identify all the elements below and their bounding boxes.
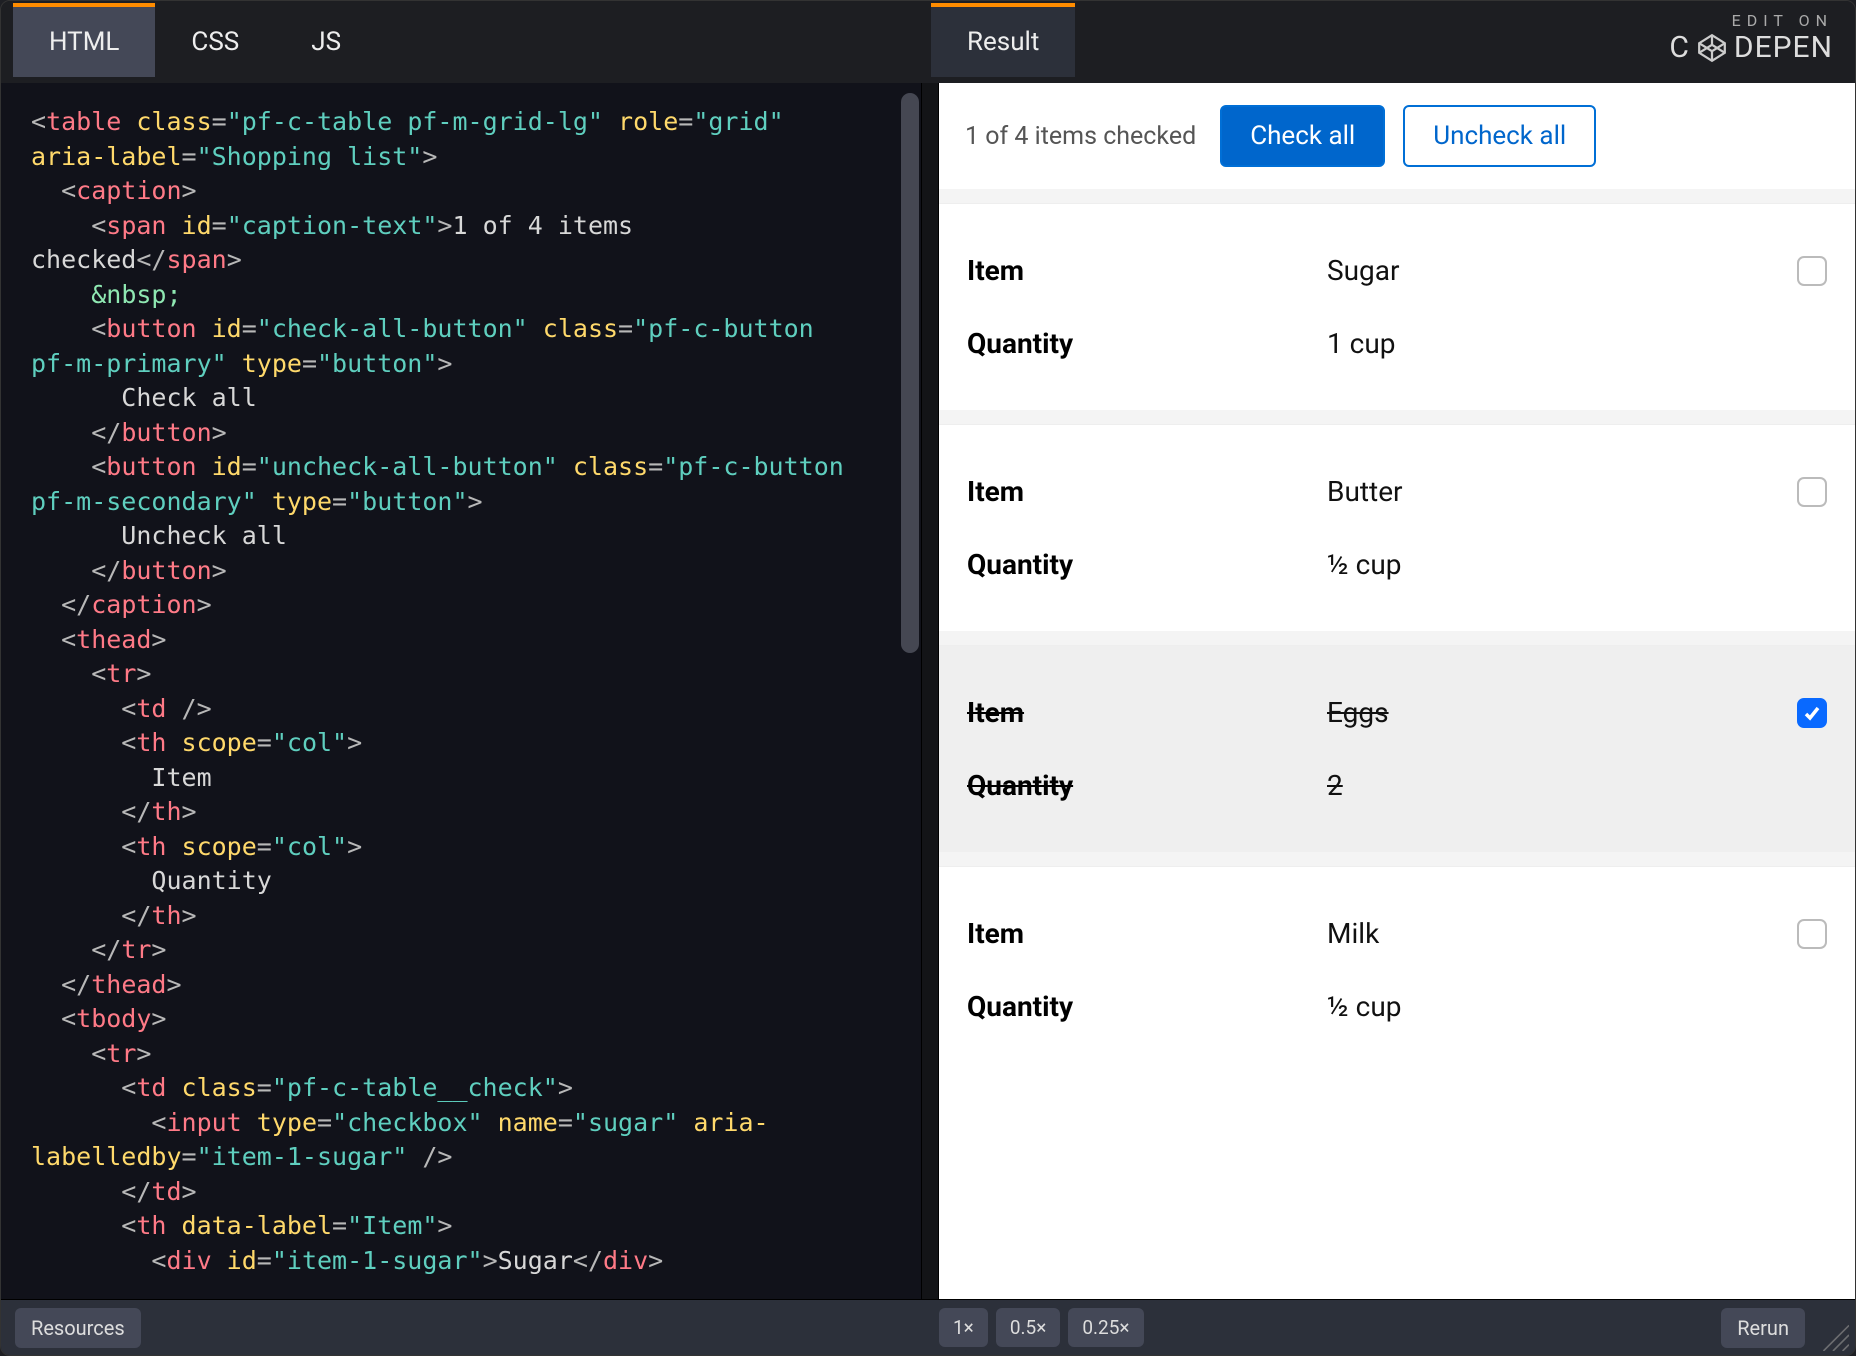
list-item: ItemMilk Quantity½ cup [939,866,1855,1073]
quantity-label: Quantity [967,769,1327,802]
quantity-label: Quantity [967,990,1327,1023]
separator [939,631,1855,645]
caption-text: 1 of 4 items checked [965,122,1196,151]
rerun-button[interactable]: Rerun [1721,1308,1805,1348]
codepen-logo: C DEPEN [1669,30,1833,65]
item-value: Sugar [1327,254,1777,287]
item-checkbox[interactable] [1797,477,1827,507]
zoom-025x-button[interactable]: 0.25× [1068,1308,1143,1347]
separator [939,189,1855,203]
list-item: ItemSugar Quantity1 cup [939,203,1855,410]
item-checkbox[interactable] [1797,256,1827,286]
pane-divider[interactable] [921,83,939,1299]
code-editor[interactable]: <table class="pf-c-table pf-m-grid-lg" r… [1,83,921,1299]
item-value: Butter [1327,475,1777,508]
tab-result[interactable]: Result [931,3,1075,77]
item-label: Item [967,475,1327,508]
quantity-label: Quantity [967,548,1327,581]
separator [939,852,1855,866]
check-all-button[interactable]: Check all [1220,105,1385,167]
quantity-value: 1 cup [1327,327,1777,360]
list-item: ItemButter Quantity½ cup [939,424,1855,631]
item-checkbox[interactable] [1797,698,1827,728]
list-item: ItemEggs Quantity2 [939,645,1855,852]
zoom-1x-button[interactable]: 1× [939,1308,988,1347]
resources-button[interactable]: Resources [15,1308,141,1348]
item-value: Milk [1327,917,1777,950]
separator [939,410,1855,424]
resize-grip-icon[interactable] [1817,1319,1849,1351]
tab-js[interactable]: JS [275,7,377,77]
zoom-05x-button[interactable]: 0.5× [996,1308,1061,1347]
quantity-label: Quantity [967,327,1327,360]
bottom-bar: Resources 1× 0.5× 0.25× Rerun [1,1299,1855,1355]
item-checkbox[interactable] [1797,919,1827,949]
top-bar: HTML CSS JS Result EDIT ON C DEPEN [1,1,1855,83]
codepen-cube-icon [1696,32,1728,64]
tab-css[interactable]: CSS [155,7,275,77]
uncheck-all-button[interactable]: Uncheck all [1403,105,1596,167]
result-caption-bar: 1 of 4 items checked Check all Uncheck a… [939,83,1855,189]
edit-on-codepen-link[interactable]: EDIT ON C DEPEN [1669,11,1833,65]
quantity-value: 2 [1327,769,1777,802]
tab-html[interactable]: HTML [13,3,155,77]
edit-on-label: EDIT ON [1669,11,1833,30]
editor-scrollbar[interactable] [901,93,919,653]
item-label: Item [967,696,1327,729]
item-label: Item [967,917,1327,950]
item-label: Item [967,254,1327,287]
quantity-value: ½ cup [1327,990,1777,1023]
result-pane: 1 of 4 items checked Check all Uncheck a… [939,83,1855,1299]
item-value: Eggs [1327,696,1777,729]
quantity-value: ½ cup [1327,548,1777,581]
